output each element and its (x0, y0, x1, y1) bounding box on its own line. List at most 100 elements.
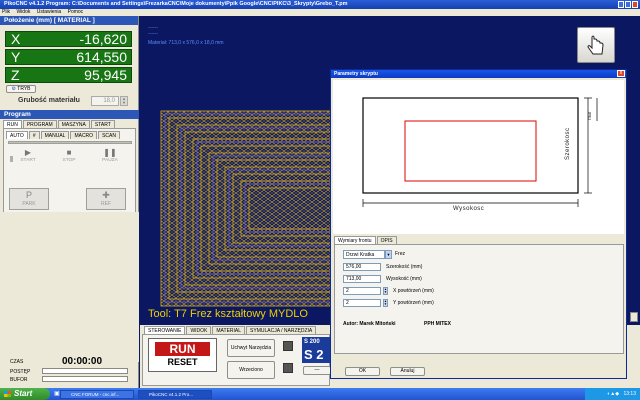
y-repeat-spinner[interactable]: ▲ ▼ (383, 299, 388, 307)
width-label: Szerokość (mm) (386, 264, 423, 270)
drawing-width-label: Wysokosc (453, 206, 485, 212)
start-label: START (20, 158, 36, 163)
ref-icon: ✚ (102, 190, 110, 200)
tab-manual[interactable]: MANUAL (40, 131, 70, 139)
program-tabs: RUN PROGRAM MASZYNA START (3, 120, 116, 128)
spindle-speed-small: S 200 (302, 337, 332, 347)
pause-label: PAUZA (102, 158, 118, 163)
tab-hash[interactable]: # (28, 131, 40, 139)
tray-icons[interactable]: ◐▲◆ (607, 391, 619, 397)
task-pikocnc[interactable]: PikoCNC v4.1.2 Pro... (138, 390, 212, 399)
cancel-button[interactable]: Anuluj (390, 367, 425, 376)
auto-progress-track (8, 141, 132, 144)
minimize-icon[interactable] (618, 1, 624, 8)
height-input[interactable]: 713,00 (343, 275, 381, 283)
ref-label: REF (101, 201, 111, 207)
hand-pointer-icon (587, 35, 604, 55)
tab-material[interactable]: MATERIAL (212, 326, 246, 334)
dialog-close-button[interactable]: x (617, 70, 625, 77)
spindle-minus-button[interactable]: — (303, 366, 331, 375)
wrzeciono-indicator (283, 363, 293, 373)
drawing-height-label: Szerokosc (565, 127, 571, 160)
postep-bar (42, 368, 128, 374)
tab-start[interactable]: START (90, 120, 115, 128)
tab-program[interactable]: PROGRAM (22, 120, 57, 128)
tab-widok[interactable]: WIDOK (186, 326, 212, 334)
wrzeciono-button[interactable]: Wrzeciono (227, 361, 275, 379)
axis-y-label: Y (11, 49, 21, 65)
tab-sterowanie[interactable]: STEROWANIE (144, 326, 186, 334)
type-label: Frez (395, 251, 405, 257)
tab-opis[interactable]: OPIS (376, 236, 397, 244)
ok-button[interactable]: OK (345, 367, 380, 376)
park-button[interactable]: P PARK (9, 188, 49, 210)
stop-icon: ■ (66, 148, 72, 157)
thickness-input[interactable]: 18,0 (91, 96, 119, 106)
author-label: Autor: Marek Mitoński (343, 321, 396, 327)
tab-scan[interactable]: SCAN (98, 131, 120, 139)
drawing-margin-label: mar (587, 111, 593, 120)
park-label: PARK (22, 201, 36, 207)
width-input[interactable]: 576,00 (343, 263, 381, 271)
spindle-speed-large: S 2 (302, 347, 332, 363)
axis-y-value: 614,550 (76, 49, 127, 65)
mode-tabs: AUTO # MANUAL MACRO SCAN (6, 131, 121, 139)
tab-symulacja[interactable]: SYMULACJA / NARZĘDZIA (246, 326, 317, 334)
axis-x-label: X (11, 31, 21, 47)
bufor-label: BUFOR (10, 377, 28, 383)
tool-label: Tool: T7 Frez kształtowy MYDLO (148, 308, 308, 320)
axis-z-value: 95,945 (84, 67, 127, 83)
height-label: Wysokość (mm) (386, 276, 422, 282)
tab-run[interactable]: RUN (3, 120, 22, 128)
stop-button[interactable]: ■ STOP (54, 147, 84, 169)
type-select[interactable]: Drzwi Kratka (343, 250, 385, 259)
start-label: Start (14, 389, 33, 398)
menu-item-plik[interactable]: Plik (2, 9, 10, 15)
run-reset-button[interactable]: RUN RESET (148, 338, 217, 372)
scroll-button[interactable] (630, 312, 638, 322)
menu-item-pomoc[interactable]: Pomoc (68, 9, 84, 15)
bufor-bar (42, 376, 128, 382)
tryb-label: TRYB (17, 86, 31, 92)
x-repeat-input[interactable]: 2 (343, 287, 381, 295)
czas-value: 00:00:00 (62, 356, 103, 367)
windows-logo-icon (4, 391, 11, 397)
tab-macro[interactable]: MACRO (70, 131, 98, 139)
run-label: RUN (155, 342, 210, 356)
window-controls (618, 1, 638, 8)
tryb-button[interactable]: ⚙ TRYB (6, 85, 36, 93)
start-button[interactable]: ▶ START (13, 147, 43, 169)
czas-label: CZAS (10, 359, 24, 365)
maximize-icon[interactable] (625, 1, 631, 8)
pause-button[interactable]: ❚❚ PAUZA (95, 147, 125, 169)
thickness-spinner[interactable]: ▲ ▼ (120, 96, 128, 106)
menu-item-ustawienia[interactable]: Ustawienia (37, 9, 61, 15)
chevron-down-icon[interactable]: ▼ (385, 250, 392, 259)
task-cnc-forum[interactable]: CNC FORUM - cnc.inf... (60, 390, 134, 399)
x-repeat-spinner[interactable]: ▲ ▼ (383, 287, 388, 295)
position-title: Położenie (mm) [ MATERIAL ] (0, 16, 138, 25)
y-repeat-input[interactable]: 2 (343, 299, 381, 307)
axis-y-row: Y 614,550 (5, 49, 132, 65)
tryb-icon: ⚙ (11, 86, 16, 92)
script-parameters-dialog: Parametry skryptu x Wysokosc Szerokosc m… (330, 69, 627, 379)
program-title: Program (0, 110, 139, 119)
hand-button[interactable] (577, 27, 615, 63)
left-empty-area (0, 212, 139, 362)
uchwyt-button[interactable]: Uchwyt Narzędzia (227, 339, 275, 357)
tab-auto[interactable]: AUTO (6, 131, 28, 139)
axis-z-row: Z 95,945 (5, 67, 132, 83)
tab-maszyna[interactable]: MASZYNA (57, 120, 90, 128)
ref-button[interactable]: ✚ REF (86, 188, 126, 210)
close-icon[interactable] (632, 1, 638, 8)
uchwyt-indicator (283, 341, 293, 351)
stop-label: STOP (62, 158, 76, 163)
tab-wymiary-frontu[interactable]: Wymiary frontu (334, 236, 376, 244)
thickness-label: Grubość materiału (18, 97, 80, 104)
start-button-taskbar[interactable]: Start (0, 388, 50, 400)
dialog-tabs: Wymiary frontu OPIS (334, 236, 398, 244)
postep-label: POSTĘP (10, 369, 31, 375)
axis-x-row: X -16,620 (5, 31, 132, 47)
dialog-preview: Wysokosc Szerokosc mar (333, 80, 624, 234)
menu-item-widok[interactable]: Widok (16, 9, 30, 15)
